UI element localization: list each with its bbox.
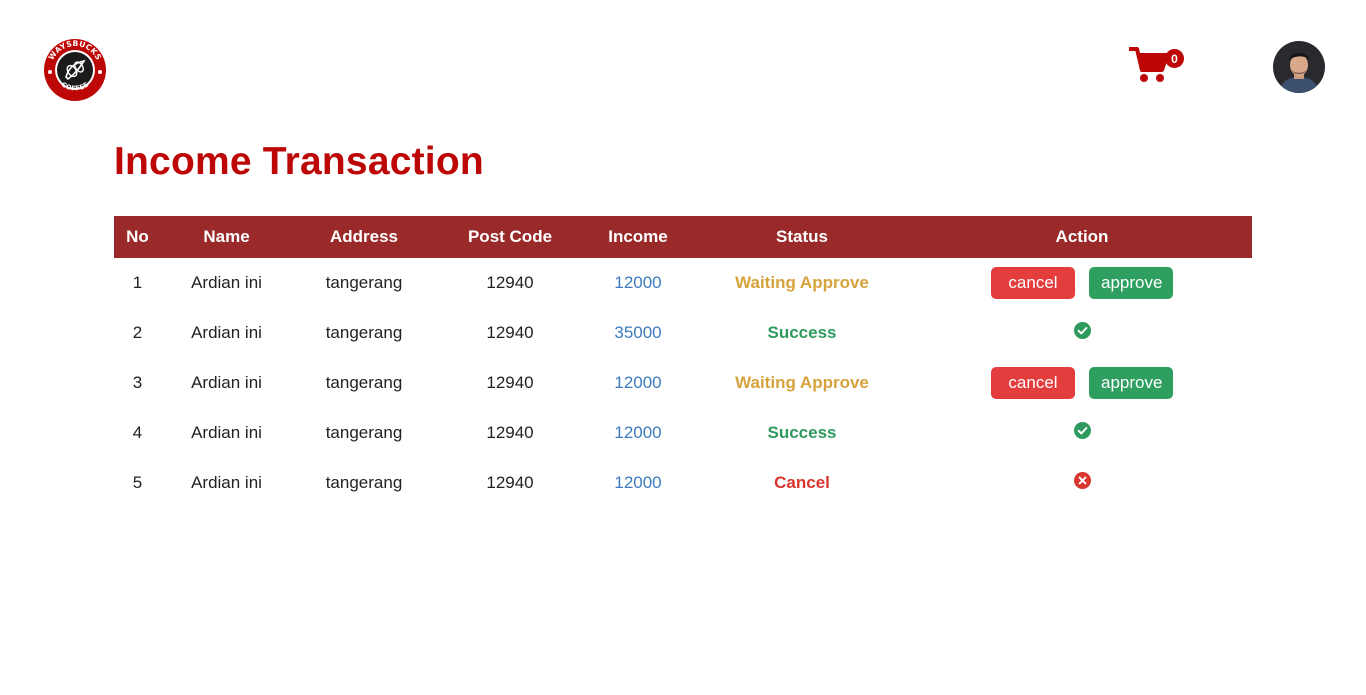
check-circle-icon xyxy=(1073,422,1091,444)
cell-postcode: 12940 xyxy=(486,423,534,442)
cell-address: tangerang xyxy=(325,423,403,442)
cell-name: Ardian ini xyxy=(191,473,262,492)
cell-name: Ardian ini xyxy=(191,273,262,292)
cell-name: Ardian ini xyxy=(191,323,262,342)
header-no: No xyxy=(126,227,149,246)
status-badge: Waiting Approve xyxy=(735,273,869,292)
cell-no: 2 xyxy=(132,323,143,342)
page-title: Income Transaction xyxy=(114,140,484,183)
x-circle-icon xyxy=(1073,472,1091,494)
cart-button[interactable] xyxy=(1128,46,1169,84)
status-badge: Success xyxy=(767,323,837,342)
approve-button[interactable]: approve xyxy=(1089,267,1173,299)
cell-postcode: 12940 xyxy=(486,323,534,342)
waysbucks-logo[interactable]: WAYSBUCKS COFFEE xyxy=(42,37,108,103)
cell-name: Ardian ini xyxy=(191,373,262,392)
cancel-button[interactable]: cancel xyxy=(991,267,1075,299)
cell-income: 12000 xyxy=(614,423,662,442)
status-badge: Success xyxy=(767,423,837,442)
user-avatar[interactable] xyxy=(1273,41,1325,93)
status-badge: Cancel xyxy=(774,473,830,492)
cell-income: 12000 xyxy=(614,273,662,292)
cell-income: 12000 xyxy=(614,473,662,492)
cell-action xyxy=(912,408,1252,458)
cell-address: tangerang xyxy=(325,373,403,392)
cell-postcode: 12940 xyxy=(486,373,534,392)
income-transaction-table: No Name Address Post Code Income Status … xyxy=(114,216,1252,508)
cart-count-badge: 0 xyxy=(1165,49,1184,68)
cell-address: tangerang xyxy=(325,323,403,342)
cancel-button[interactable]: cancel xyxy=(991,367,1075,399)
table-row: 2 Ardian ini tangerang 12940 35000 Succe… xyxy=(114,308,1252,358)
cell-income: 35000 xyxy=(614,323,662,342)
check-circle-icon xyxy=(1073,322,1091,344)
cell-action: cancel approve xyxy=(912,258,1252,308)
navbar: WAYSBUCKS COFFEE 0 xyxy=(0,0,1366,120)
header-address: Address xyxy=(329,227,399,246)
cart-icon xyxy=(1128,47,1169,82)
cell-no: 3 xyxy=(132,373,143,392)
status-badge: Waiting Approve xyxy=(735,373,869,392)
table-row: 4 Ardian ini tangerang 12940 12000 Succe… xyxy=(114,408,1252,458)
profile-photo-icon xyxy=(1273,41,1325,93)
header-status: Status xyxy=(776,227,828,246)
cell-name: Ardian ini xyxy=(191,423,262,442)
cell-postcode: 12940 xyxy=(486,273,534,292)
cell-action xyxy=(912,458,1252,508)
cell-no: 4 xyxy=(132,423,143,442)
cell-action xyxy=(912,308,1252,358)
header-postcode: Post Code xyxy=(467,227,553,246)
cell-no: 1 xyxy=(132,273,143,292)
logo-emblem-icon: WAYSBUCKS COFFEE xyxy=(43,38,107,102)
table-row: 5 Ardian ini tangerang 12940 12000 Cance… xyxy=(114,458,1252,508)
header-income: Income xyxy=(608,227,668,246)
cell-address: tangerang xyxy=(325,473,403,492)
table-header-row: No Name Address Post Code Income Status … xyxy=(114,216,1252,258)
approve-button[interactable]: approve xyxy=(1089,367,1173,399)
cell-address: tangerang xyxy=(325,273,403,292)
header-action: Action xyxy=(1055,227,1109,246)
table-row: 3 Ardian ini tangerang 12940 12000 Waiti… xyxy=(114,358,1252,408)
cell-no: 5 xyxy=(132,473,143,492)
cell-action: cancel approve xyxy=(912,358,1252,408)
cell-income: 12000 xyxy=(614,373,662,392)
table-row: 1 Ardian ini tangerang 12940 12000 Waiti… xyxy=(114,258,1252,308)
header-name: Name xyxy=(203,227,250,246)
cell-postcode: 12940 xyxy=(486,473,534,492)
